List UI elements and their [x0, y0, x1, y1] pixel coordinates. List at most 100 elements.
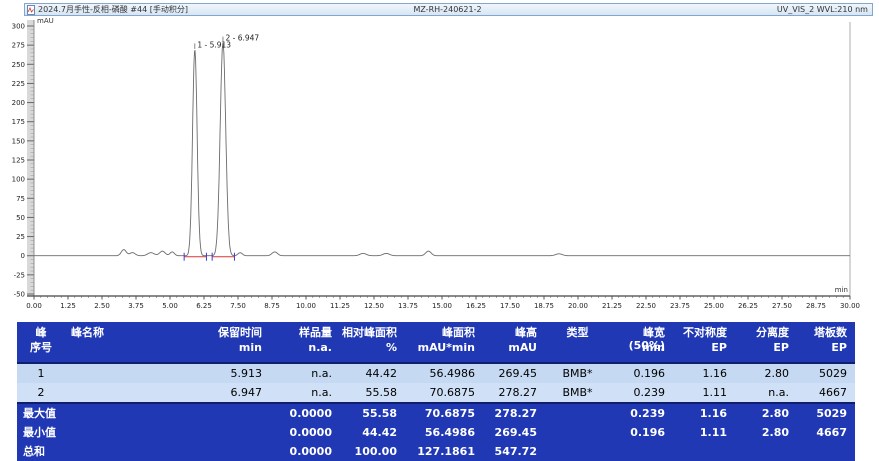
peak-cell[interactable]: 0.239: [610, 383, 673, 403]
peak-cell[interactable]: 6.947: [195, 383, 270, 403]
column-header-7: 峰高mAU: [483, 322, 545, 363]
x-tick-label: 27.50: [772, 302, 792, 310]
column-header-8: 类型: [545, 322, 610, 363]
summary-cell: [735, 442, 797, 461]
summary-cell: 4667: [797, 423, 855, 442]
summary-cell: 2.80: [735, 403, 797, 423]
summary-cell: 1.16: [673, 403, 735, 423]
peak-cell[interactable]: [65, 363, 195, 383]
x-tick-label: 6.25: [196, 302, 212, 310]
summary-cell: 0.0000: [270, 403, 340, 423]
y-tick-label: 225: [12, 80, 25, 88]
table-header-row: 峰序号峰名称 保留时间min样品量n.a.相对峰面积%峰面积mAU*min峰高m…: [17, 322, 855, 363]
summary-row-2: 最小值0.000044.4256.4986269.450.1961.112.80…: [17, 423, 855, 442]
y-tick-label: 125: [12, 157, 25, 165]
injection-name: MZ-RH-240621-2: [307, 4, 587, 15]
peak-cell[interactable]: 278.27: [483, 383, 545, 403]
x-tick-label: 22.50: [636, 302, 656, 310]
y-tick-label: 275: [12, 42, 25, 50]
summary-row-3: 总和0.0000100.00127.1861547.72: [17, 442, 855, 461]
y-tick-label: 200: [12, 99, 25, 107]
chromatogram-plot[interactable]: -50-250255075100125150175200225250275300…: [0, 16, 879, 316]
y-tick-label: 50: [16, 214, 25, 222]
x-tick-label: 7.50: [230, 302, 246, 310]
summary-cell: [65, 442, 195, 461]
summary-cell: 278.27: [483, 403, 545, 423]
peak-cell[interactable]: 55.58: [340, 383, 405, 403]
column-header-4: 样品量n.a.: [270, 322, 340, 363]
x-tick-label: 16.25: [466, 302, 486, 310]
x-tick-label: 28.75: [806, 302, 826, 310]
summary-label: 最大值: [17, 403, 65, 423]
peak-cell[interactable]: 1.16: [673, 363, 735, 383]
y-tick-label: 175: [12, 118, 25, 126]
summary-cell: 0.0000: [270, 423, 340, 442]
summary-cell: 56.4986: [405, 423, 483, 442]
summary-cell: [545, 423, 610, 442]
peak-cell[interactable]: 70.6875: [405, 383, 483, 403]
peak-cell[interactable]: BMB*: [545, 363, 610, 383]
x-tick-label: 11.25: [330, 302, 350, 310]
y-tick-label: 75: [16, 195, 25, 203]
peak-cell[interactable]: 5029: [797, 363, 855, 383]
peak-cell[interactable]: [65, 383, 195, 403]
summary-cell: 0.0000: [270, 442, 340, 461]
x-tick-label: 23.75: [670, 302, 690, 310]
x-tick-label: 2.50: [94, 302, 110, 310]
peak-label: 2 - 6.947: [225, 34, 259, 43]
summary-row-1: 最大值0.000055.5870.6875278.270.2391.162.80…: [17, 403, 855, 423]
peak-cell[interactable]: BMB*: [545, 383, 610, 403]
peak-cell[interactable]: 269.45: [483, 363, 545, 383]
summary-cell: [195, 423, 270, 442]
peak-cell[interactable]: 4667: [797, 383, 855, 403]
peak-cell[interactable]: n.a.: [270, 363, 340, 383]
y-tick-label: 25: [16, 233, 25, 241]
summary-cell: [545, 403, 610, 423]
summary-cell: 70.6875: [405, 403, 483, 423]
column-header-6: 峰面积mAU*min: [405, 322, 483, 363]
peak-row-1[interactable]: 1 5.913n.a.44.4256.4986269.45BMB*0.1961.1…: [17, 363, 855, 383]
x-tick-label: 26.25: [738, 302, 758, 310]
column-header-1: 峰序号: [17, 322, 65, 363]
x-tick-label: 21.25: [602, 302, 622, 310]
column-header-10: 不对称度EP: [673, 322, 735, 363]
x-tick-label: 13.75: [398, 302, 418, 310]
column-header-3: 保留时间min: [195, 322, 270, 363]
x-tick-label: 15.00: [432, 302, 452, 310]
summary-cell: [65, 403, 195, 423]
x-tick-label: 8.75: [264, 302, 280, 310]
summary-cell: 547.72: [483, 442, 545, 461]
peak-cell[interactable]: 5.913: [195, 363, 270, 383]
chart-header-bar: 2024.7月手性-反相-磷酸 #44 [手动积分] MZ-RH-240621-…: [24, 3, 873, 16]
peak-cell[interactable]: 2.80: [735, 363, 797, 383]
summary-cell: 100.00: [340, 442, 405, 461]
y-axis-unit: mAU: [37, 17, 54, 25]
summary-cell: 0.196: [610, 423, 673, 442]
x-axis-unit: min: [835, 286, 848, 294]
y-tick-label: -50: [14, 291, 25, 299]
peak-cell[interactable]: n.a.: [735, 383, 797, 403]
summary-cell: 0.239: [610, 403, 673, 423]
x-tick-label: 5.00: [162, 302, 178, 310]
peak-cell[interactable]: 0.196: [610, 363, 673, 383]
summary-cell: [797, 442, 855, 461]
x-tick-label: 12.50: [364, 302, 384, 310]
y-tick-label: 150: [12, 137, 25, 145]
peak-cell[interactable]: 1: [17, 363, 65, 383]
peak-cell[interactable]: 1.11: [673, 383, 735, 403]
x-tick-label: 17.50: [500, 302, 520, 310]
peak-cell[interactable]: 56.4986: [405, 363, 483, 383]
chromatography-report: { "chart_data": { "type": "line", "title…: [0, 0, 879, 459]
channel-label: UV_VIS_2 WVL:210 nm: [588, 4, 872, 15]
column-header-5: 相对峰面积%: [340, 322, 405, 363]
summary-cell: 269.45: [483, 423, 545, 442]
peak-row-2[interactable]: 26.947n.a.55.5870.6875278.27BMB*0.2391.1…: [17, 383, 855, 403]
summary-cell: [673, 442, 735, 461]
summary-cell: [195, 442, 270, 461]
signal-trace: [34, 43, 850, 256]
peak-cell[interactable]: 44.42: [340, 363, 405, 383]
peak-cell[interactable]: 2: [17, 383, 65, 403]
summary-label: 最小值: [17, 423, 65, 442]
peak-cell[interactable]: n.a.: [270, 383, 340, 403]
y-tick-label: 300: [12, 23, 25, 31]
